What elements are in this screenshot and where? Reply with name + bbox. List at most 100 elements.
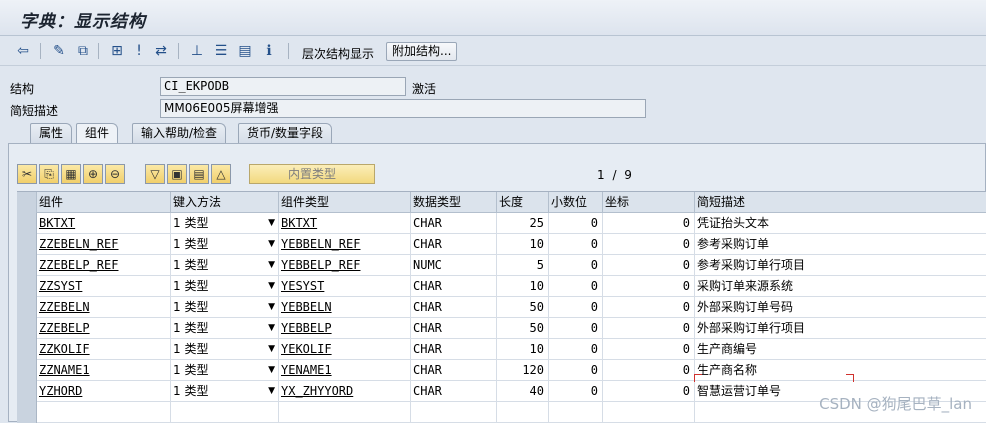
back-icon[interactable]: ⇦	[14, 42, 32, 60]
component-type[interactable]: YX_ZHYYORD	[281, 384, 353, 398]
component-type-cell[interactable]: YEKOLIF	[279, 339, 411, 360]
builtin-type-button[interactable]: 内置类型	[249, 164, 375, 184]
column-header[interactable]: 坐标	[603, 192, 695, 213]
column-header[interactable]: 小数位	[549, 192, 603, 213]
table-row[interactable]: ZZEBELN_REF 1 类型 ▼ YEBBELN_REF CHAR 10 0 0 参考采购订…	[17, 234, 986, 255]
typing-method[interactable]: 1 类型	[173, 300, 208, 314]
component-name[interactable]: YZHORD	[39, 384, 82, 398]
typing-method-cell[interactable]: 1 类型 ▼	[171, 339, 279, 360]
table-row[interactable]: ZZEBELP_REF 1 类型 ▼ YEBBELP_REF NUMC 5 0 0 参考采购订单…	[17, 255, 986, 276]
row-selector-cell[interactable]	[17, 360, 37, 381]
typing-method[interactable]: 1 类型	[173, 363, 208, 377]
typing-method[interactable]: 1 类型	[173, 321, 208, 335]
delete-row-icon[interactable]: ⊖	[105, 164, 125, 184]
typing-method-cell[interactable]: 1 类型 ▼	[171, 255, 279, 276]
typing-method-cell[interactable]: 1 类型 ▼	[171, 318, 279, 339]
typing-method-cell[interactable]: 1 类型 ▼	[171, 234, 279, 255]
component-name[interactable]: ZZKOLIF	[39, 342, 90, 356]
component-name-cell[interactable]: ZZEBELN_REF	[37, 234, 171, 255]
typing-method[interactable]: 1 类型	[173, 237, 208, 251]
component-type[interactable]: YEBBELP_REF	[281, 258, 360, 272]
sort-icon[interactable]: △	[211, 164, 231, 184]
component-type-cell[interactable]: YEBBELP	[279, 318, 411, 339]
component-type[interactable]: YEKOLIF	[281, 342, 332, 356]
column-header[interactable]: 长度	[497, 192, 549, 213]
component-type-cell[interactable]: BKTXT	[279, 213, 411, 234]
component-type-cell[interactable]: YENAME1	[279, 360, 411, 381]
info-icon[interactable]: ℹ	[260, 42, 278, 60]
component-name-cell[interactable]: ZZEBELP	[37, 318, 171, 339]
typing-method[interactable]: 1 类型	[173, 384, 208, 398]
component-name-cell[interactable]: YZHORD	[37, 381, 171, 402]
typing-method-cell[interactable]: 1 类型 ▼	[171, 213, 279, 234]
row-selector-cell[interactable]	[17, 318, 37, 339]
list-icon[interactable]: ▤	[236, 42, 254, 60]
dropdown-arrow-icon[interactable]: ▼	[268, 318, 275, 338]
column-header[interactable]: 键入方法	[171, 192, 279, 213]
dropdown-arrow-icon[interactable]: ▼	[268, 255, 275, 275]
component-name-cell[interactable]: BKTXT	[37, 213, 171, 234]
append-structure-button[interactable]: 附加结构...	[386, 42, 458, 61]
component-name-cell[interactable]: ZZEBELN	[37, 297, 171, 318]
component-type[interactable]: BKTXT	[281, 216, 317, 230]
typing-method-cell[interactable]: 1 类型 ▼	[171, 360, 279, 381]
typing-method-cell[interactable]	[171, 402, 279, 423]
row-selector-cell[interactable]	[17, 234, 37, 255]
column-header[interactable]: 组件类型	[279, 192, 411, 213]
component-type[interactable]: YESYST	[281, 279, 324, 293]
typing-method-cell[interactable]: 1 类型 ▼	[171, 297, 279, 318]
activate-icon[interactable]: !	[130, 42, 148, 60]
details-icon[interactable]: ▣	[167, 164, 187, 184]
typing-method[interactable]: 1 类型	[173, 342, 208, 356]
typing-method-cell[interactable]: 1 类型 ▼	[171, 381, 279, 402]
insert-row-icon[interactable]: ⊕	[83, 164, 103, 184]
row-selector-cell[interactable]	[17, 339, 37, 360]
hierarchy-display-button[interactable]: 层次结构显示	[302, 45, 374, 62]
row-selector-cell[interactable]	[17, 402, 37, 423]
component-type-cell[interactable]: YEBBELP_REF	[279, 255, 411, 276]
dropdown-arrow-icon[interactable]: ▼	[268, 360, 275, 380]
structure-name-field[interactable]: CI_EKPODB	[160, 77, 406, 96]
component-name[interactable]: ZZEBELP	[39, 321, 90, 335]
component-name-cell[interactable]: ZZEBELP_REF	[37, 255, 171, 276]
row-selector-cell[interactable]	[17, 276, 37, 297]
typing-method[interactable]: 1 类型	[173, 258, 208, 272]
copy-icon[interactable]: ⎘	[39, 164, 59, 184]
where-used-icon[interactable]: ⊞	[108, 42, 126, 60]
column-header[interactable]: 组件	[37, 192, 171, 213]
typing-method[interactable]: 1 类型	[173, 216, 208, 230]
row-selector-cell[interactable]	[17, 255, 37, 276]
paste-icon[interactable]: ▦	[61, 164, 81, 184]
row-selector-cell[interactable]	[17, 381, 37, 402]
component-type[interactable]: YENAME1	[281, 363, 332, 377]
typing-method[interactable]: 1 类型	[173, 279, 208, 293]
table-row[interactable]: BKTXT 1 类型 ▼ BKTXT CHAR 25 0 0 凭证抬头文本	[17, 213, 986, 234]
dropdown-arrow-icon[interactable]: ▼	[268, 381, 275, 401]
dropdown-arrow-icon[interactable]: ▼	[268, 234, 275, 254]
dropdown-arrow-icon[interactable]: ▼	[268, 339, 275, 359]
component-name[interactable]: ZZEBELN_REF	[39, 237, 118, 251]
column-header[interactable]: 数据类型	[411, 192, 497, 213]
component-name[interactable]: ZZEBELN	[39, 300, 90, 314]
row-selector-cell[interactable]	[17, 297, 37, 318]
tab-attributes[interactable]: 属性	[30, 123, 73, 143]
component-type[interactable]: YEBBELN_REF	[281, 237, 360, 251]
component-type[interactable]: YEBBELN	[281, 300, 332, 314]
short-description-field[interactable]: MM06E005屏幕增强	[160, 99, 646, 118]
component-name-cell[interactable]: ZZSYST	[37, 276, 171, 297]
table-row[interactable]: ZZKOLIF 1 类型 ▼ YEKOLIF CHAR 10 0 0 生产商编号	[17, 339, 986, 360]
table-settings-icon[interactable]: ▤	[189, 164, 209, 184]
table-row[interactable]: ZZEBELN 1 类型 ▼ YEBBELN CHAR 50 0 0 外部采购订单号码	[17, 297, 986, 318]
component-name-cell[interactable]: ZZKOLIF	[37, 339, 171, 360]
component-type-cell[interactable]: YEBBELN_REF	[279, 234, 411, 255]
typing-method-cell[interactable]: 1 类型 ▼	[171, 276, 279, 297]
component-name[interactable]: ZZSYST	[39, 279, 82, 293]
tab-input-help-check[interactable]: 输入帮助/检查	[132, 123, 227, 143]
column-header[interactable]: 简短描述	[695, 192, 986, 213]
component-name-cell[interactable]	[37, 402, 171, 423]
dropdown-arrow-icon[interactable]: ▼	[268, 297, 275, 317]
cut-icon[interactable]: ✂	[17, 164, 37, 184]
select-all-cell[interactable]	[17, 192, 37, 213]
edit-icon[interactable]: ✎	[50, 42, 68, 60]
component-name-cell[interactable]: ZZNAME1	[37, 360, 171, 381]
